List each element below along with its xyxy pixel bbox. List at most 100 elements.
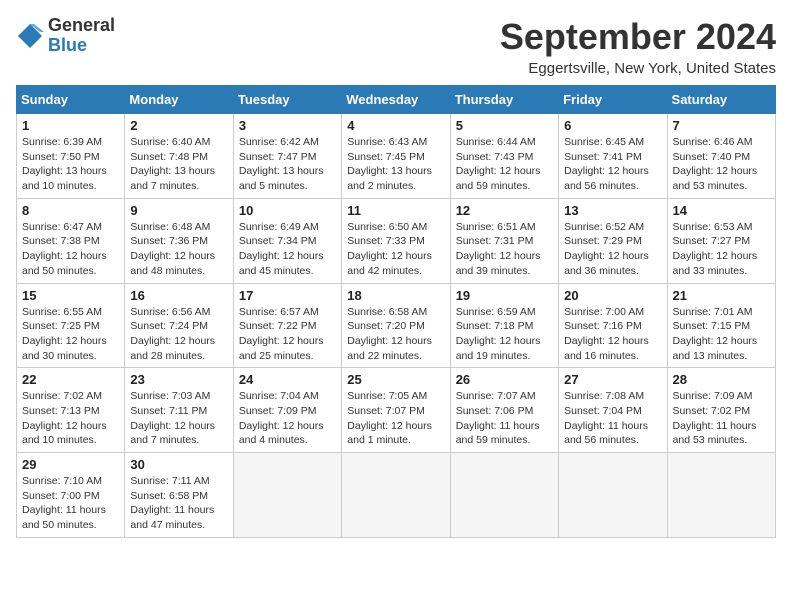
day-info: Sunrise: 7:08 AM Sunset: 7:04 PM Dayligh… bbox=[564, 389, 661, 448]
day-number: 7 bbox=[673, 118, 770, 133]
day-number: 4 bbox=[347, 118, 444, 133]
calendar-cell bbox=[450, 453, 558, 538]
header-wednesday: Wednesday bbox=[342, 86, 450, 114]
day-number: 11 bbox=[347, 203, 444, 218]
day-info: Sunrise: 6:48 AM Sunset: 7:36 PM Dayligh… bbox=[130, 220, 227, 279]
day-info: Sunrise: 6:47 AM Sunset: 7:38 PM Dayligh… bbox=[22, 220, 119, 279]
calendar-cell bbox=[342, 453, 450, 538]
calendar-cell: 19Sunrise: 6:59 AM Sunset: 7:18 PM Dayli… bbox=[450, 283, 558, 368]
day-number: 1 bbox=[22, 118, 119, 133]
calendar-cell: 5 Sunrise: 6:44 AM Sunset: 7:43 PM Daylig… bbox=[450, 114, 558, 199]
calendar-cell: 29 Sunrise: 7:10 AM Sunset: 7:00 PM Dayli… bbox=[17, 453, 125, 538]
day-info: Sunrise: 6:56 AM Sunset: 7:24 PM Dayligh… bbox=[130, 305, 227, 364]
day-number: 27 bbox=[564, 372, 661, 387]
logo-icon bbox=[16, 22, 44, 50]
day-number: 15 bbox=[22, 288, 119, 303]
day-info: Sunrise: 7:02 AM Sunset: 7:13 PM Dayligh… bbox=[22, 389, 119, 448]
day-number: 3 bbox=[239, 118, 336, 133]
calendar-cell: 4 Sunrise: 6:43 AM Sunset: 7:45 PM Daylig… bbox=[342, 114, 450, 199]
header-saturday: Saturday bbox=[667, 86, 775, 114]
title-block: September 2024 Eggertsville, New York, U… bbox=[500, 16, 776, 77]
logo-general: General bbox=[48, 15, 115, 35]
calendar-cell: 24 Sunrise: 7:04 AM Sunset: 7:09 PM Dayli… bbox=[233, 368, 341, 453]
calendar-cell: 1Sunrise: 6:39 AM Sunset: 7:50 PM Daylig… bbox=[17, 114, 125, 199]
day-number: 6 bbox=[564, 118, 661, 133]
day-info: Sunrise: 7:01 AM Sunset: 7:15 PM Dayligh… bbox=[673, 305, 770, 364]
day-info: Sunrise: 6:46 AM Sunset: 7:40 PM Dayligh… bbox=[673, 135, 770, 194]
day-info: Sunrise: 7:05 AM Sunset: 7:07 PM Dayligh… bbox=[347, 389, 444, 448]
calendar-week-0: 1Sunrise: 6:39 AM Sunset: 7:50 PM Daylig… bbox=[17, 114, 776, 199]
day-number: 23 bbox=[130, 372, 227, 387]
day-number: 8 bbox=[22, 203, 119, 218]
calendar-cell: 14Sunrise: 6:53 AM Sunset: 7:27 PM Dayli… bbox=[667, 198, 775, 283]
calendar-cell: 28 Sunrise: 7:09 AM Sunset: 7:02 PM Dayli… bbox=[667, 368, 775, 453]
day-info: Sunrise: 7:09 AM Sunset: 7:02 PM Dayligh… bbox=[673, 389, 770, 448]
calendar-cell: 26Sunrise: 7:07 AM Sunset: 7:06 PM Dayli… bbox=[450, 368, 558, 453]
day-number: 13 bbox=[564, 203, 661, 218]
header-tuesday: Tuesday bbox=[233, 86, 341, 114]
calendar-cell: 10 Sunrise: 6:49 AM Sunset: 7:34 PM Dayli… bbox=[233, 198, 341, 283]
day-info: Sunrise: 6:57 AM Sunset: 7:22 PM Dayligh… bbox=[239, 305, 336, 364]
calendar-cell: 13 Sunrise: 6:52 AM Sunset: 7:29 PM Dayli… bbox=[559, 198, 667, 283]
day-info: Sunrise: 6:43 AM Sunset: 7:45 PM Dayligh… bbox=[347, 135, 444, 194]
day-number: 16 bbox=[130, 288, 227, 303]
day-info: Sunrise: 7:10 AM Sunset: 7:00 PM Dayligh… bbox=[22, 474, 119, 533]
logo-blue: Blue bbox=[48, 35, 87, 55]
header-monday: Monday bbox=[125, 86, 233, 114]
day-info: Sunrise: 6:52 AM Sunset: 7:29 PM Dayligh… bbox=[564, 220, 661, 279]
calendar-cell: 15 Sunrise: 6:55 AM Sunset: 7:25 PM Dayli… bbox=[17, 283, 125, 368]
calendar-cell bbox=[559, 453, 667, 538]
calendar-cell: 2Sunrise: 6:40 AM Sunset: 7:48 PM Daylig… bbox=[125, 114, 233, 199]
calendar-week-4: 29 Sunrise: 7:10 AM Sunset: 7:00 PM Dayli… bbox=[17, 453, 776, 538]
location: Eggertsville, New York, United States bbox=[500, 60, 776, 77]
day-info: Sunrise: 6:58 AM Sunset: 7:20 PM Dayligh… bbox=[347, 305, 444, 364]
day-info: Sunrise: 6:50 AM Sunset: 7:33 PM Dayligh… bbox=[347, 220, 444, 279]
calendar-cell: 7 Sunrise: 6:46 AM Sunset: 7:40 PM Daylig… bbox=[667, 114, 775, 199]
day-info: Sunrise: 7:04 AM Sunset: 7:09 PM Dayligh… bbox=[239, 389, 336, 448]
calendar-week-2: 15 Sunrise: 6:55 AM Sunset: 7:25 PM Dayli… bbox=[17, 283, 776, 368]
calendar-cell: 17 Sunrise: 6:57 AM Sunset: 7:22 PM Dayli… bbox=[233, 283, 341, 368]
calendar-cell: 21 Sunrise: 7:01 AM Sunset: 7:15 PM Dayli… bbox=[667, 283, 775, 368]
day-number: 10 bbox=[239, 203, 336, 218]
calendar-cell: 12Sunrise: 6:51 AM Sunset: 7:31 PM Dayli… bbox=[450, 198, 558, 283]
day-info: Sunrise: 6:55 AM Sunset: 7:25 PM Dayligh… bbox=[22, 305, 119, 364]
calendar-cell: 25Sunrise: 7:05 AM Sunset: 7:07 PM Dayli… bbox=[342, 368, 450, 453]
header-friday: Friday bbox=[559, 86, 667, 114]
day-number: 5 bbox=[456, 118, 553, 133]
day-number: 18 bbox=[347, 288, 444, 303]
calendar-cell: 9 Sunrise: 6:48 AM Sunset: 7:36 PM Daylig… bbox=[125, 198, 233, 283]
calendar-cell: 20Sunrise: 7:00 AM Sunset: 7:16 PM Dayli… bbox=[559, 283, 667, 368]
logo: General Blue bbox=[16, 16, 115, 56]
day-number: 17 bbox=[239, 288, 336, 303]
page-header: General Blue September 2024 Eggertsville… bbox=[16, 16, 776, 77]
day-number: 9 bbox=[130, 203, 227, 218]
day-info: Sunrise: 6:49 AM Sunset: 7:34 PM Dayligh… bbox=[239, 220, 336, 279]
day-number: 29 bbox=[22, 457, 119, 472]
day-number: 24 bbox=[239, 372, 336, 387]
day-info: Sunrise: 6:44 AM Sunset: 7:43 PM Dayligh… bbox=[456, 135, 553, 194]
calendar-cell: 23 Sunrise: 7:03 AM Sunset: 7:11 PM Dayli… bbox=[125, 368, 233, 453]
day-info: Sunrise: 6:51 AM Sunset: 7:31 PM Dayligh… bbox=[456, 220, 553, 279]
day-info: Sunrise: 7:11 AM Sunset: 6:58 PM Dayligh… bbox=[130, 474, 227, 533]
day-info: Sunrise: 7:03 AM Sunset: 7:11 PM Dayligh… bbox=[130, 389, 227, 448]
calendar-week-3: 22Sunrise: 7:02 AM Sunset: 7:13 PM Dayli… bbox=[17, 368, 776, 453]
day-info: Sunrise: 6:42 AM Sunset: 7:47 PM Dayligh… bbox=[239, 135, 336, 194]
calendar-cell bbox=[233, 453, 341, 538]
calendar-cell: 6Sunrise: 6:45 AM Sunset: 7:41 PM Daylig… bbox=[559, 114, 667, 199]
calendar-cell: 11 Sunrise: 6:50 AM Sunset: 7:33 PM Dayli… bbox=[342, 198, 450, 283]
calendar-header-row: SundayMondayTuesdayWednesdayThursdayFrid… bbox=[17, 86, 776, 114]
day-number: 28 bbox=[673, 372, 770, 387]
calendar-cell: 8 Sunrise: 6:47 AM Sunset: 7:38 PM Daylig… bbox=[17, 198, 125, 283]
calendar-cell bbox=[667, 453, 775, 538]
calendar-week-1: 8 Sunrise: 6:47 AM Sunset: 7:38 PM Daylig… bbox=[17, 198, 776, 283]
calendar-cell: 22Sunrise: 7:02 AM Sunset: 7:13 PM Dayli… bbox=[17, 368, 125, 453]
day-number: 14 bbox=[673, 203, 770, 218]
month-title: September 2024 bbox=[500, 16, 776, 58]
calendar-cell: 16 Sunrise: 6:56 AM Sunset: 7:24 PM Dayli… bbox=[125, 283, 233, 368]
header-sunday: Sunday bbox=[17, 86, 125, 114]
day-number: 20 bbox=[564, 288, 661, 303]
day-number: 21 bbox=[673, 288, 770, 303]
day-number: 26 bbox=[456, 372, 553, 387]
calendar-cell: 18 Sunrise: 6:58 AM Sunset: 7:20 PM Dayli… bbox=[342, 283, 450, 368]
calendar-cell: 3 Sunrise: 6:42 AM Sunset: 7:47 PM Daylig… bbox=[233, 114, 341, 199]
